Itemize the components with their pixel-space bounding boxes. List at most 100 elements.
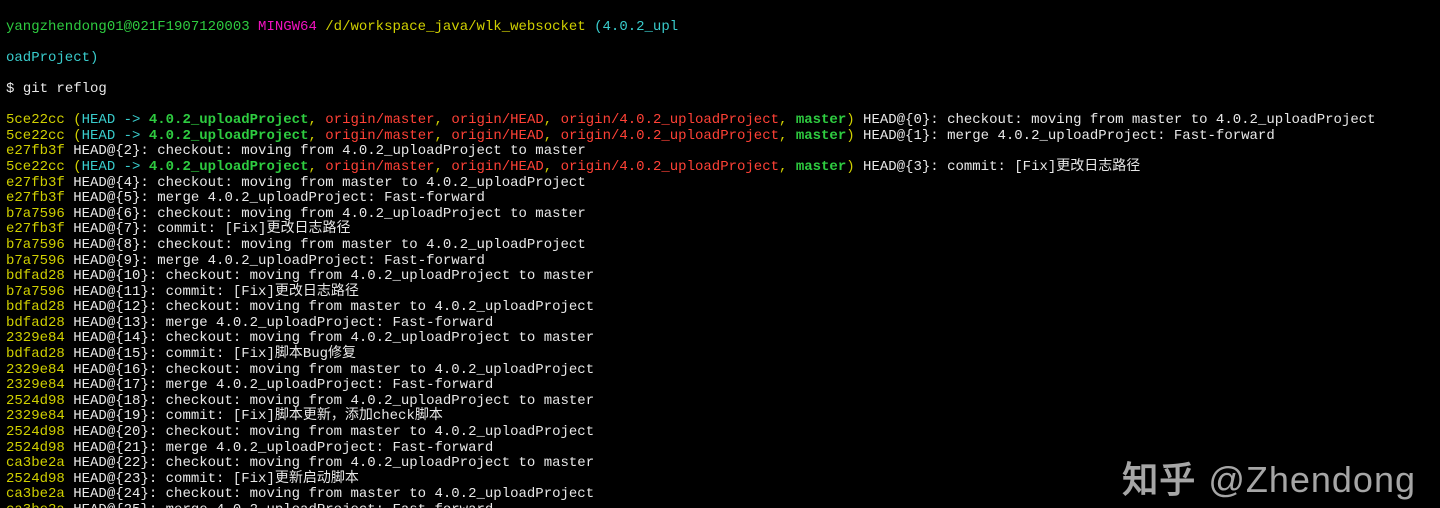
ref-master: master — [796, 159, 846, 175]
reflog-index: HEAD@{2}: — [73, 143, 149, 159]
commit-sha: e27fb3f — [6, 143, 65, 159]
ref-local-branch: 4.0.2_uploadProject — [149, 159, 309, 175]
reflog-entry: 2329e84 HEAD@{17}: merge 4.0.2_uploadPro… — [6, 378, 1434, 394]
reflog-index: HEAD@{6}: — [73, 206, 149, 222]
ref-sep: , — [544, 159, 561, 175]
commit-sha: 2524d98 — [6, 424, 65, 440]
ref-remote: origin/4.0.2_uploadProject — [561, 159, 779, 175]
ref-master: master — [796, 112, 846, 128]
ref-sep: , — [435, 159, 452, 175]
ref-close: ) — [846, 159, 854, 175]
ref-local-branch: 4.0.2_uploadProject — [149, 112, 309, 128]
reflog-message: commit: [Fix]脚本更新，添加check脚本 — [157, 408, 443, 424]
reflog-message: commit: [Fix]更改日志路径 — [157, 284, 359, 300]
ref-close: ) — [846, 128, 854, 144]
ref-remote: origin/master — [325, 128, 434, 144]
commit-sha: 2329e84 — [6, 377, 65, 393]
reflog-index: HEAD@{7}: — [73, 221, 149, 237]
reflog-index: HEAD@{12}: — [73, 299, 157, 315]
commit-sha: 2524d98 — [6, 471, 65, 487]
prompt-dollar: $ — [6, 81, 23, 97]
reflog-message: merge 4.0.2_uploadProject: Fast-forward — [157, 315, 493, 331]
commit-sha: b7a7596 — [6, 206, 65, 222]
reflog-message: checkout: moving from 4.0.2_uploadProjec… — [157, 455, 594, 471]
reflog-index: HEAD@{23}: — [73, 471, 157, 487]
reflog-message: checkout: moving from 4.0.2_uploadProjec… — [149, 143, 586, 159]
reflog-message: merge 4.0.2_uploadProject: Fast-forward — [157, 377, 493, 393]
ref-open: ( — [73, 159, 81, 175]
cwd: /d/workspace_java/wlk_websocket — [325, 19, 585, 35]
reflog-index: HEAD@{8}: — [73, 237, 149, 253]
commit-sha: ca3be2a — [6, 502, 65, 508]
ref-remote: origin/HEAD — [451, 112, 543, 128]
prompt-line-2: oadProject) — [6, 51, 1434, 67]
reflog-message: merge 4.0.2_uploadProject: Fast-forward — [157, 502, 493, 508]
commit-sha: 5ce22cc — [6, 128, 65, 144]
reflog-entry: 2329e84 HEAD@{19}: commit: [Fix]脚本更新，添加c… — [6, 409, 1434, 425]
reflog-message: checkout: moving from master to 4.0.2_up… — [157, 299, 594, 315]
ref-sep: , — [308, 112, 325, 128]
prompt-line-1: yangzhendong01@021F1907120003 MINGW64 /d… — [6, 20, 1434, 36]
user-host: yangzhendong01@021F1907120003 — [6, 19, 250, 35]
reflog-entry: 2329e84 HEAD@{14}: checkout: moving from… — [6, 331, 1434, 347]
reflog-index: HEAD@{9}: — [73, 253, 149, 269]
reflog-entry: e27fb3f HEAD@{5}: merge 4.0.2_uploadProj… — [6, 191, 1434, 207]
terminal-output[interactable]: yangzhendong01@021F1907120003 MINGW64 /d… — [0, 0, 1440, 508]
commit-sha: 2329e84 — [6, 408, 65, 424]
commit-sha: 2524d98 — [6, 393, 65, 409]
reflog-entry: e27fb3f HEAD@{2}: checkout: moving from … — [6, 144, 1434, 160]
ref-open: ( — [73, 128, 81, 144]
reflog-message: merge 4.0.2_uploadProject: Fast-forward — [157, 440, 493, 456]
ref-head: HEAD — [82, 128, 116, 144]
ref-sep: , — [779, 159, 796, 175]
ref-sep: , — [435, 128, 452, 144]
commit-sha: e27fb3f — [6, 221, 65, 237]
ref-close: ) — [846, 112, 854, 128]
reflog-index: HEAD@{18}: — [73, 393, 157, 409]
ref-remote: origin/4.0.2_uploadProject — [561, 112, 779, 128]
ref-sep: , — [308, 128, 325, 144]
ref-remote: origin/4.0.2_uploadProject — [561, 128, 779, 144]
reflog-message: commit: [Fix]脚本Bug修复 — [157, 346, 356, 362]
command-line: $ git reflog — [6, 82, 1434, 98]
reflog-entry: 2329e84 HEAD@{16}: checkout: moving from… — [6, 363, 1434, 379]
ref-sep: , — [779, 128, 796, 144]
ref-remote: origin/HEAD — [451, 159, 543, 175]
reflog-entry: bdfad28 HEAD@{12}: checkout: moving from… — [6, 300, 1434, 316]
reflog-entry: ca3be2a HEAD@{25}: merge 4.0.2_uploadPro… — [6, 503, 1434, 508]
reflog-message: checkout: moving from 4.0.2_uploadProjec… — [157, 268, 594, 284]
commit-sha: bdfad28 — [6, 315, 65, 331]
reflog-index: HEAD@{5}: — [73, 190, 149, 206]
reflog-entry: b7a7596 HEAD@{8}: checkout: moving from … — [6, 238, 1434, 254]
reflog-message: checkout: moving from master to 4.0.2_up… — [149, 237, 586, 253]
reflog-index: HEAD@{21}: — [73, 440, 157, 456]
ref-head: HEAD — [82, 159, 116, 175]
reflog-entry: b7a7596 HEAD@{9}: merge 4.0.2_uploadProj… — [6, 254, 1434, 270]
ref-open: ( — [73, 112, 81, 128]
reflog-index: HEAD@{16}: — [73, 362, 157, 378]
reflog-index: HEAD@{14}: — [73, 330, 157, 346]
commit-sha: b7a7596 — [6, 284, 65, 300]
typed-command: git reflog — [23, 81, 107, 97]
reflog-message: merge 4.0.2_uploadProject: Fast-forward — [149, 190, 485, 206]
commit-sha: e27fb3f — [6, 190, 65, 206]
reflog-entry: 2524d98 HEAD@{23}: commit: [Fix]更新启动脚本 — [6, 472, 1434, 488]
ref-sep: , — [308, 159, 325, 175]
ref-head: HEAD — [82, 112, 116, 128]
ref-sep: , — [544, 112, 561, 128]
commit-sha: 2524d98 — [6, 440, 65, 456]
commit-sha: 2329e84 — [6, 362, 65, 378]
commit-sha: ca3be2a — [6, 486, 65, 502]
commit-sha: b7a7596 — [6, 237, 65, 253]
ref-remote: origin/master — [325, 159, 434, 175]
reflog-message: checkout: moving from master to 4.0.2_up… — [157, 486, 594, 502]
reflog-entry: 2524d98 HEAD@{21}: merge 4.0.2_uploadPro… — [6, 441, 1434, 457]
commit-sha: 2329e84 — [6, 330, 65, 346]
reflog-entry: b7a7596 HEAD@{6}: checkout: moving from … — [6, 207, 1434, 223]
reflog-index: HEAD@{25}: — [73, 502, 157, 508]
reflog-entry: ca3be2a HEAD@{24}: checkout: moving from… — [6, 487, 1434, 503]
commit-sha: b7a7596 — [6, 253, 65, 269]
reflog-message: commit: [Fix]更改日志路径 — [939, 159, 1141, 175]
reflog-index: HEAD@{4}: — [73, 175, 149, 191]
reflog-message: checkout: moving from master to 4.0.2_up… — [149, 175, 586, 191]
